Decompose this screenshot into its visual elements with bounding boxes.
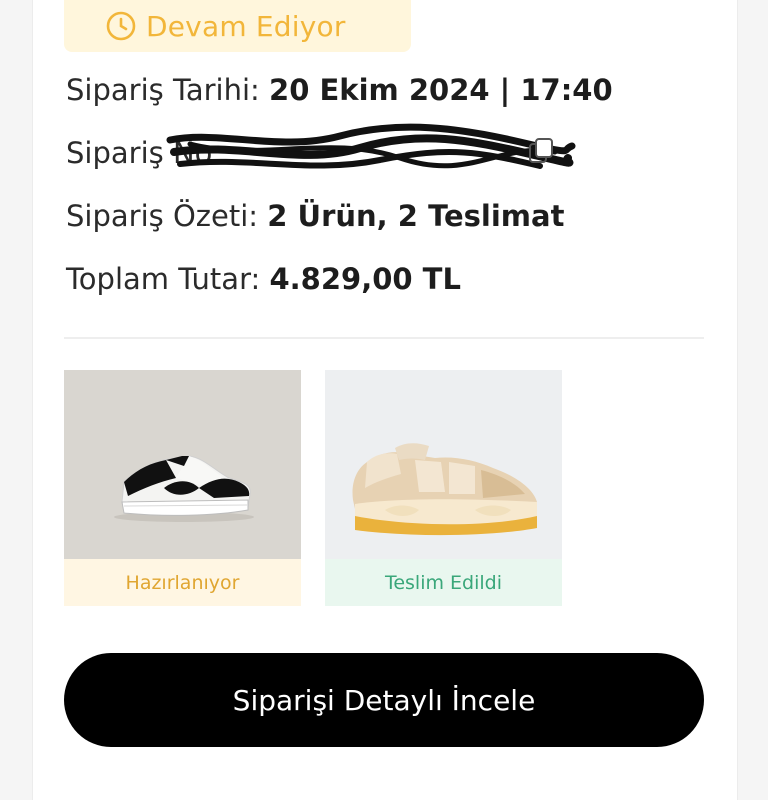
status-badge: Devam Ediyor <box>64 0 411 52</box>
order-summary-row: Sipariş Özeti: 2 Ürün, 2 Teslimat <box>66 199 564 233</box>
status-label: Devam Ediyor <box>146 9 346 43</box>
order-total-row: Toplam Tutar: 4.829,00 TL <box>66 262 461 296</box>
product-status-2: Teslim Edildi <box>325 559 562 606</box>
order-date-row: Sipariş Tarihi: 20 Ekim 2024 | 17:40 <box>66 73 613 107</box>
order-total-label: Toplam Tutar: <box>66 262 261 296</box>
product-card-1[interactable]: Hazırlanıyor <box>64 370 301 606</box>
order-date-label: Sipariş Tarihi: <box>66 73 260 107</box>
product-image-2 <box>325 370 562 559</box>
product-image-1 <box>64 370 301 559</box>
order-summary-value: 2 Ürün, 2 Teslimat <box>267 199 565 233</box>
redaction-scribble <box>166 123 576 169</box>
clock-icon <box>106 11 136 41</box>
sneaker-beige-icon <box>352 443 537 536</box>
product-status-1: Hazırlanıyor <box>64 559 301 606</box>
divider <box>64 337 704 339</box>
order-total-value: 4.829,00 TL <box>269 262 461 296</box>
order-date-value: 20 Ekim 2024 | 17:40 <box>269 73 613 107</box>
order-detail-button[interactable]: Siparişi Detaylı İncele <box>64 653 704 747</box>
sneaker-black-white-icon <box>114 455 254 522</box>
order-summary-label: Sipariş Özeti: <box>66 199 259 233</box>
product-card-2[interactable]: Teslim Edildi <box>325 370 562 606</box>
